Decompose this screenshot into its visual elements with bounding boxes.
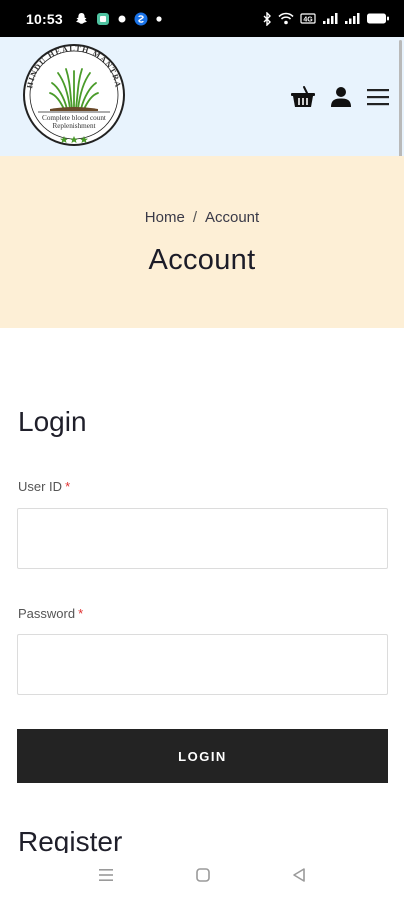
- breadcrumb-separator: /: [192, 209, 197, 226]
- login-heading: Login: [18, 406, 87, 437]
- back-icon[interactable]: [291, 867, 307, 883]
- signal-icon: [323, 13, 338, 24]
- signal-icon: [345, 13, 360, 24]
- status-bar: 10:53 4G: [0, 0, 404, 37]
- user-id-label: User ID *: [18, 479, 70, 494]
- required-mark: *: [65, 479, 71, 494]
- status-time: 10:53: [26, 10, 63, 27]
- recent-apps-icon[interactable]: [98, 867, 114, 883]
- site-logo[interactable]: HINDU HEALTH MANTRA Complete blood count…: [20, 41, 128, 149]
- breadcrumb-home-link[interactable]: Home: [145, 209, 185, 226]
- wifi-icon: [278, 12, 294, 25]
- user-id-label-text: User ID: [18, 479, 63, 494]
- required-mark: *: [78, 606, 84, 621]
- bluetooth-icon: [263, 11, 271, 26]
- page-title-banner: Home / Account Account: [0, 156, 404, 328]
- login-button[interactable]: LOGIN: [17, 729, 388, 783]
- user-icon[interactable]: [330, 86, 352, 108]
- svg-text:Replenishment: Replenishment: [52, 122, 95, 130]
- password-label: Password *: [18, 606, 83, 621]
- password-input[interactable]: [17, 634, 388, 695]
- basket-icon[interactable]: [290, 85, 316, 109]
- svg-text:Complete blood count: Complete blood count: [42, 114, 106, 122]
- user-id-input[interactable]: [17, 508, 388, 569]
- system-nav-bar: [0, 853, 404, 900]
- page-title: Account: [148, 244, 256, 276]
- shazam-icon: [134, 12, 148, 25]
- breadcrumb: Home / Account: [0, 209, 404, 226]
- status-left-icons: [75, 12, 162, 26]
- site-header: HINDU HEALTH MANTRA Complete blood count…: [0, 37, 404, 156]
- battery-icon: [367, 13, 389, 24]
- home-icon[interactable]: [195, 867, 211, 883]
- app-icon: [96, 12, 109, 25]
- snapchat-icon: [75, 13, 87, 24]
- menu-icon[interactable]: [366, 87, 390, 107]
- volte-icon: 4G: [300, 13, 316, 24]
- logo-emblem: HINDU HEALTH MANTRA Complete blood count…: [23, 44, 125, 146]
- status-right-icons: 4G: [262, 11, 390, 26]
- header-icons: [290, 85, 390, 109]
- svg-text:4G: 4G: [303, 17, 313, 24]
- password-label-text: Password: [18, 606, 76, 621]
- register-heading: Register: [18, 826, 123, 853]
- dot-icon: [118, 15, 126, 22]
- dot-icon: [156, 15, 162, 22]
- breadcrumb-current: Account: [204, 209, 260, 226]
